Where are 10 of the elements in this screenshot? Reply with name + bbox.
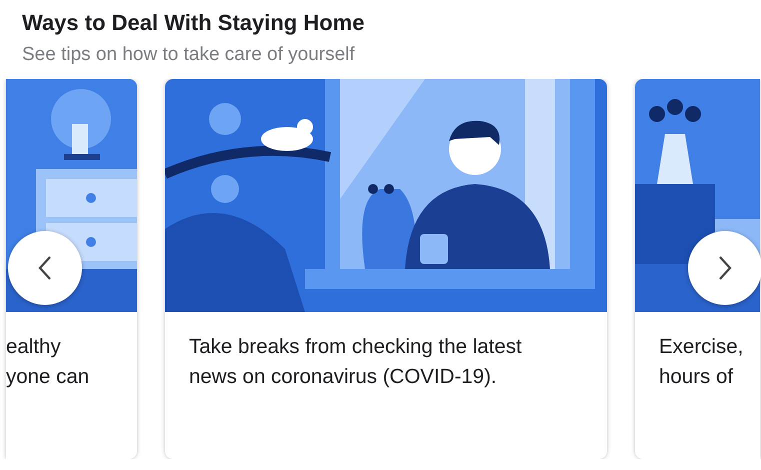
chevron-left-icon	[38, 255, 52, 281]
tip-text: Take breaks from checking the latest news on coronavirus (COVID-19).	[188, 334, 523, 390]
tip-card[interactable]: ealthy yone can	[6, 79, 137, 459]
section-subtitle: See tips on how to take care of yourself	[22, 43, 356, 67]
tip-text: Exercise, hours of	[658, 334, 744, 390]
tip-card[interactable]: Exercise, hours of	[635, 79, 760, 459]
tip-card[interactable]: Take breaks from checking the latest news on coronavirus (COVID-19).	[165, 79, 607, 459]
section-title: Ways to Deal With Staying Home	[22, 9, 366, 37]
chevron-right-icon	[718, 255, 732, 281]
tip-text: ealthy yone can	[6, 334, 90, 390]
